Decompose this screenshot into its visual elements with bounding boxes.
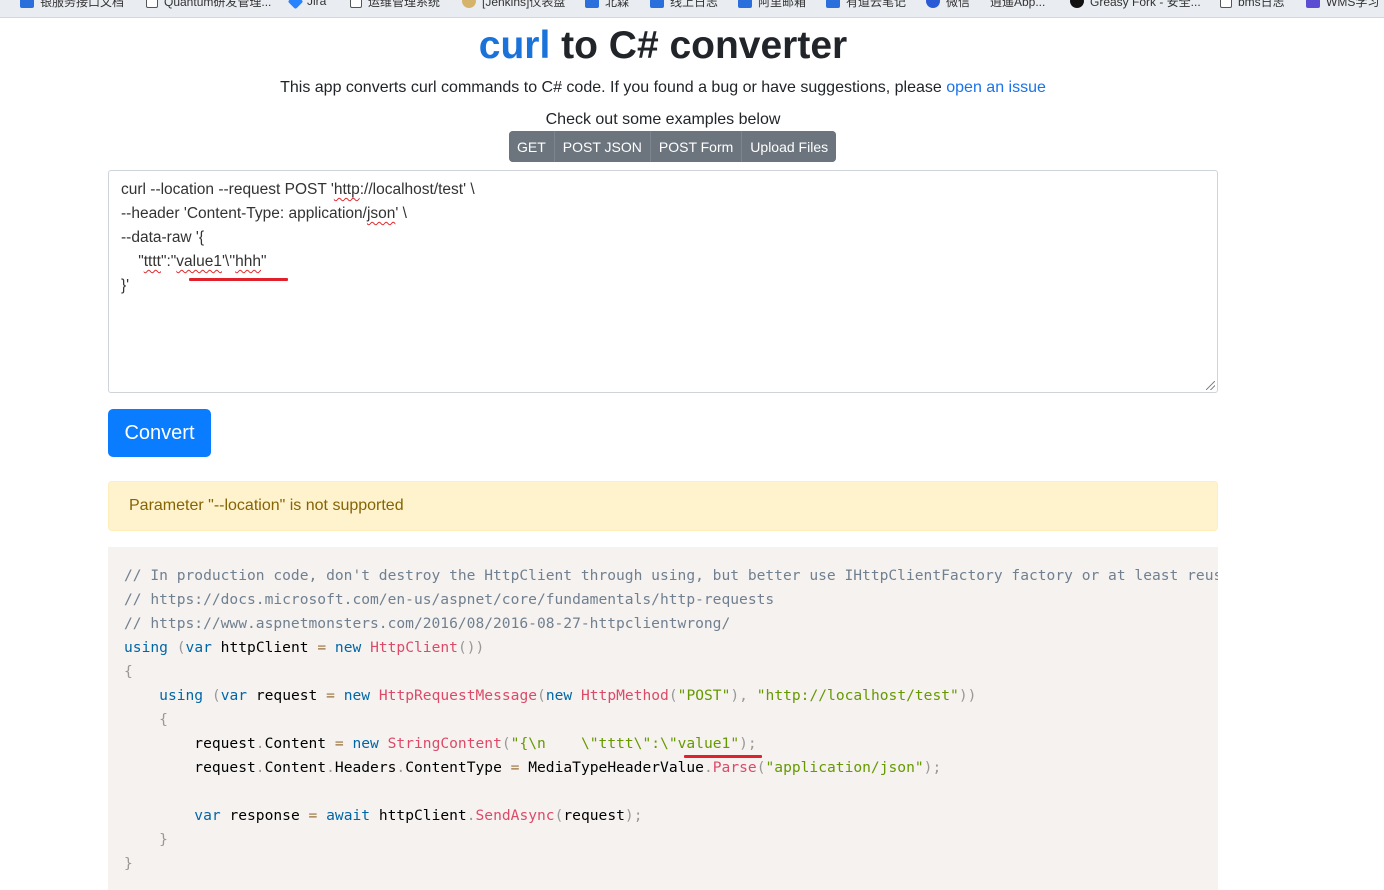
open-issue-link[interactable]: open an issue [946, 79, 1046, 96]
bookmarks-bar: 银服务接口文档 Quantum研发管理... Jira 运维管理系统 [Jenk… [0, 0, 1384, 18]
page-icon [146, 0, 158, 8]
bookmark-item[interactable]: 有道云笔记 [826, 0, 906, 9]
code-line: // https://www.aspnetmonsters.com/2016/0… [124, 615, 731, 632]
code-line: using (var request = new HttpRequestMess… [159, 687, 977, 704]
code-line: } [124, 855, 133, 872]
title-curl: curl [478, 24, 551, 67]
bookmark-item[interactable]: 微信 [926, 0, 970, 9]
bookmark-item[interactable]: 阿里邮箱 [738, 0, 806, 9]
bookmark-icon [1306, 0, 1320, 8]
note-icon [826, 0, 840, 8]
page-icon [350, 0, 362, 8]
spell-mark: http [333, 181, 360, 198]
curl-line: --header 'Content-Type: application/json… [121, 205, 407, 222]
bookmark-item[interactable]: 北森 [585, 0, 629, 9]
code-line: { [124, 711, 168, 728]
bookmark-item[interactable]: 线上日志 [650, 0, 718, 9]
bookmark-icon [585, 0, 599, 8]
annotation-underline [684, 755, 762, 758]
wechat-icon [926, 0, 940, 8]
code-line: var response = await httpClient.SendAsyn… [194, 807, 643, 824]
jira-icon [287, 0, 304, 9]
code-line: { [124, 663, 133, 680]
warning-alert: Parameter "--location" is not supported [108, 481, 1218, 531]
title-rest: to C# converter [550, 24, 848, 67]
curl-line: "tttt":"value1'\''hhh" [121, 253, 267, 270]
curl-line: curl --location --request POST 'http://l… [121, 181, 475, 198]
bookmark-item[interactable]: WMS学习 [1306, 0, 1379, 9]
example-post-form-button[interactable]: POST Form [649, 131, 742, 162]
greasyfork-icon [1070, 0, 1084, 8]
example-get-button[interactable]: GET [509, 131, 554, 162]
annotation-underline [189, 278, 288, 281]
example-upload-files-button[interactable]: Upload Files [741, 131, 837, 162]
bookmark-icon [20, 0, 34, 8]
page-icon [1220, 0, 1232, 8]
code-line: using (var httpClient = new HttpClient()… [124, 639, 485, 656]
example-post-json-button[interactable]: POST JSON [553, 131, 650, 162]
examples-label: Check out some examples below [545, 111, 781, 128]
page-title: curl to C# converter [0, 22, 1326, 70]
resize-handle-icon[interactable] [1206, 381, 1215, 390]
curl-input-textarea[interactable]: curl --location --request POST 'http://l… [108, 170, 1218, 393]
spell-mark: json [366, 205, 396, 222]
mail-icon [738, 0, 752, 8]
bookmark-item[interactable]: 运维管理系统 [350, 0, 440, 9]
code-line: request.Content.Headers.ContentType = Me… [124, 759, 942, 776]
code-line: // In production code, don't destroy the… [124, 567, 1218, 584]
curl-line: --data-raw '{ [121, 229, 205, 246]
code-line: // https://docs.microsoft.com/en-us/aspn… [124, 591, 775, 608]
spell-mark: tttt [143, 253, 161, 270]
spell-mark: hhh [235, 253, 262, 270]
examples-button-group: GET POST JSON POST Form Upload Files [509, 131, 837, 162]
bookmark-item[interactable]: Quantum研发管理... [146, 0, 271, 9]
bookmark-item[interactable]: Jira [287, 0, 326, 9]
code-line: } [124, 831, 168, 848]
bookmark-item[interactable]: 逍遥Abp... [990, 0, 1045, 9]
bookmark-icon [650, 0, 664, 8]
code-line: request.Content = new StringContent("{\n… [124, 735, 757, 752]
spell-mark: value1 [176, 253, 222, 270]
convert-button[interactable]: Convert [108, 409, 211, 457]
bookmark-item[interactable]: [Jenkins]仪表盘 [462, 0, 565, 9]
app-description: This app converts curl commands to C# co… [280, 79, 1046, 96]
bookmark-item[interactable]: 银服务接口文档 [20, 0, 124, 9]
bookmark-item[interactable]: bms日志 [1220, 0, 1285, 9]
bookmark-item[interactable]: Greasy Fork - 安全... [1070, 0, 1201, 9]
csharp-code-output: // In production code, don't destroy the… [108, 547, 1218, 890]
jenkins-icon [462, 0, 476, 8]
